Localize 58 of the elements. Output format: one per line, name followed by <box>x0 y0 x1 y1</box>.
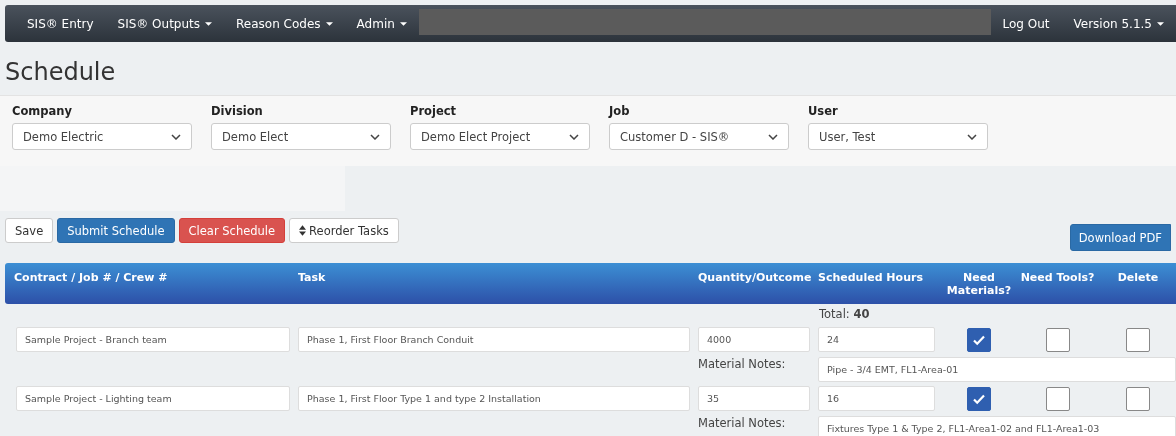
select-field[interactable]: Demo Elect Project <box>410 123 590 150</box>
filter-label: Company <box>12 104 73 118</box>
input-field[interactable]: 35 <box>698 386 810 411</box>
input-field[interactable]: Sample Project - Lighting team <box>16 386 290 411</box>
chevron-icon <box>569 133 579 140</box>
action-button[interactable]: Clear Schedule <box>178 218 286 243</box>
column-header: Scheduled Hours <box>818 270 924 286</box>
filter-label: User <box>808 104 839 118</box>
caret-icon <box>1157 21 1164 26</box>
nav-item[interactable]: Reason Codes <box>224 5 345 42</box>
checkbox[interactable] <box>1045 327 1070 352</box>
input-field[interactable]: 4000 <box>698 327 810 352</box>
column-header: Delete <box>1116 270 1160 286</box>
action-button[interactable]: Submit Schedule <box>57 218 175 243</box>
sort-icon <box>299 225 307 236</box>
caret-icon <box>325 21 333 26</box>
page-title: Schedule <box>4 57 117 88</box>
nav-item[interactable]: SIS® Outputs <box>105 5 225 42</box>
nav-item[interactable]: Log Out <box>990 5 1062 42</box>
column-header: Need Materials? <box>945 270 1013 299</box>
input-field[interactable]: 24 <box>818 327 935 352</box>
notes-label: Material Notes: <box>698 356 787 371</box>
chevron-icon <box>967 133 977 140</box>
chevron-icon <box>171 133 181 140</box>
nav-item[interactable]: SIS® Entry <box>15 5 106 42</box>
nav-item[interactable]: Admin <box>344 5 419 42</box>
input-field[interactable]: Pipe - 3/4 EMT, FL1-Area-01 <box>818 356 1176 382</box>
input-field[interactable]: 16 <box>818 386 935 411</box>
column-header: Quantity/Outcome <box>698 270 813 286</box>
column-header: Task <box>298 270 327 286</box>
select-field[interactable]: Demo Electric <box>12 123 192 150</box>
column-header: Contract / Job # / Crew # <box>14 270 169 286</box>
checkbox[interactable] <box>1126 327 1150 352</box>
caret-icon <box>399 21 407 26</box>
input-field[interactable]: Phase 1, First Floor Type 1 and type 2 Installation <box>298 386 690 411</box>
checkbox[interactable] <box>1126 386 1150 411</box>
caret-icon <box>205 21 213 26</box>
checkbox[interactable] <box>967 327 991 352</box>
download-button[interactable]: Download PDF <box>1069 224 1171 251</box>
input-field[interactable]: Sample Project - Branch team <box>16 327 290 352</box>
action-button[interactable]: Save <box>5 218 54 243</box>
select-field[interactable]: Customer D - SIS® <box>609 123 789 150</box>
column-header: Need Tools? <box>1019 270 1096 286</box>
nav-item[interactable]: Version 5.1.5 <box>1061 5 1176 42</box>
notes-label: Material Notes: <box>698 415 787 430</box>
chevron-icon <box>768 133 778 140</box>
filter-label: Project <box>410 104 458 118</box>
input-field[interactable]: Fixtures Type 1 & Type 2, FL1-Area1-02 and FL1-Area1-03 <box>818 415 1176 436</box>
total-hours: Total: 40 <box>818 306 871 323</box>
checkbox[interactable] <box>1045 386 1070 411</box>
reorder-button[interactable]: Reorder Tasks <box>289 218 399 243</box>
filter-label: Division <box>211 104 264 118</box>
input-field[interactable]: Phase 1, First Floor Branch Conduit <box>298 327 690 352</box>
select-field[interactable]: Demo Elect <box>211 123 391 150</box>
chevron-icon <box>370 133 380 140</box>
filter-label: Job <box>609 104 631 118</box>
select-field[interactable]: User, Test <box>808 123 988 150</box>
checkbox[interactable] <box>967 386 991 411</box>
